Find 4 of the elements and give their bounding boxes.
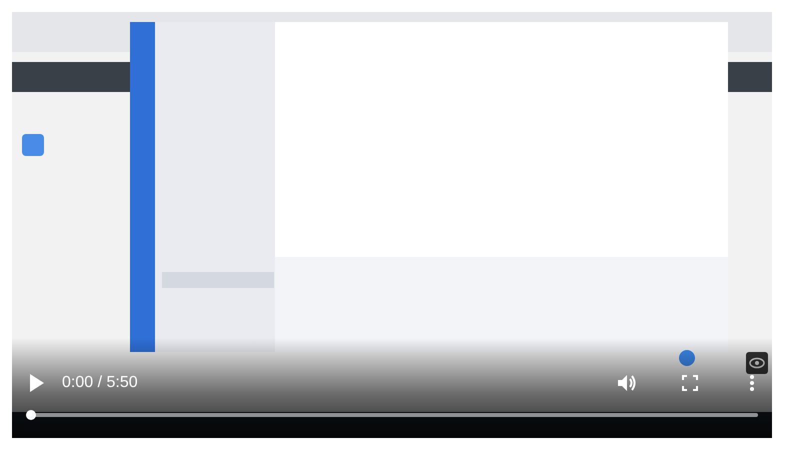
progress-bar[interactable] xyxy=(26,410,758,420)
eye-icon[interactable] xyxy=(746,352,768,374)
time-display: 0:00 / 5:50 xyxy=(62,374,138,392)
video-player[interactable]: 0:00 / 5:50 xyxy=(12,12,772,438)
